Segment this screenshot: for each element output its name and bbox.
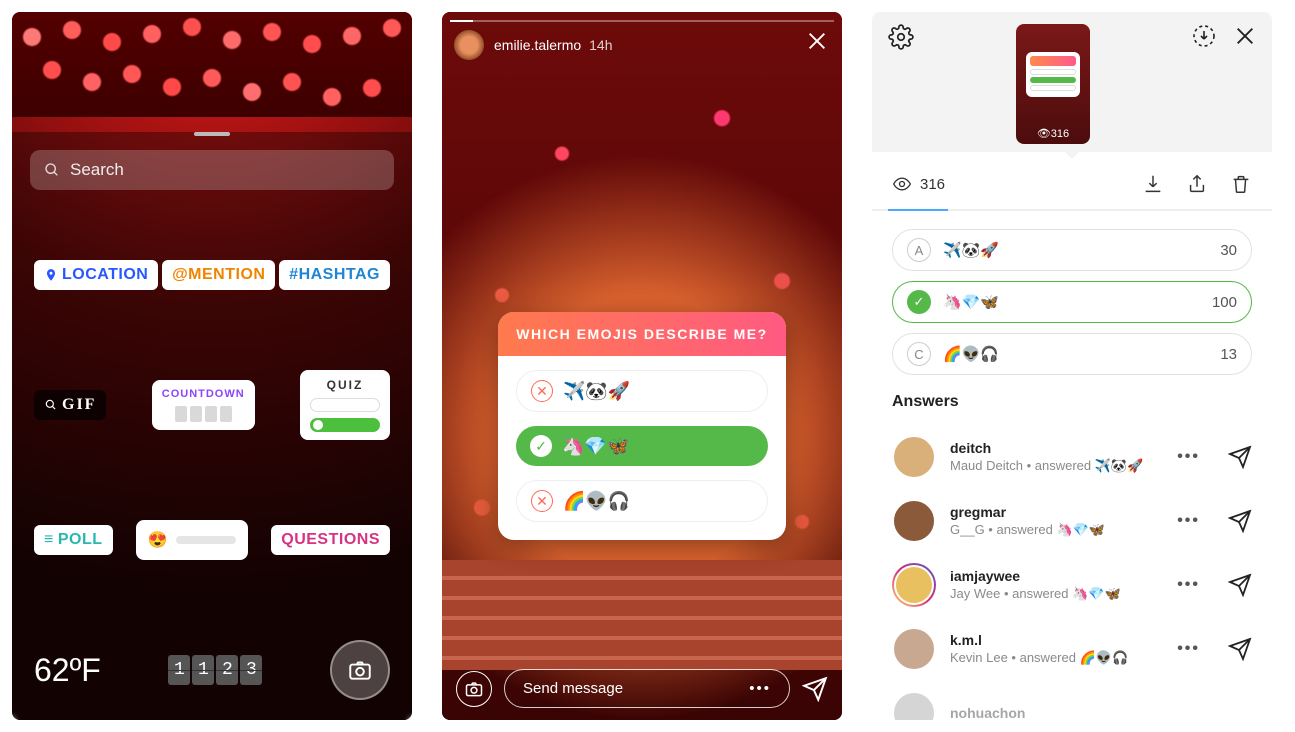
answerer-username[interactable]: k.m.l bbox=[950, 632, 1163, 648]
send-icon[interactable] bbox=[802, 676, 828, 702]
check-icon: ✓ bbox=[907, 290, 931, 314]
location-sticker[interactable]: LOCATION bbox=[34, 260, 158, 290]
send-icon[interactable] bbox=[1228, 445, 1252, 469]
author-username[interactable]: emilie.talermo bbox=[494, 37, 581, 53]
answerer-subtitle: Jay Wee • answered 🦄💎🦋 bbox=[950, 586, 1163, 602]
result-option-b: ✓ 🦄💎🦋 100 bbox=[892, 281, 1252, 323]
quiz-question: WHICH EMOJIS DESCRIBE ME? bbox=[498, 312, 786, 356]
send-icon[interactable] bbox=[1228, 509, 1252, 533]
drawer-handle[interactable] bbox=[194, 132, 230, 136]
answerer-avatar[interactable] bbox=[892, 499, 936, 543]
sweater-stripes bbox=[442, 560, 842, 670]
answerer-username[interactable]: deitch bbox=[950, 440, 1163, 456]
wrong-icon: ✕ bbox=[531, 490, 553, 512]
quiz-results-screen: 👁316 316 A ✈️🐼🚀 30 ✓ 🦄💎🦋 100 bbox=[872, 12, 1272, 720]
answerer-username[interactable]: iamjaywee bbox=[950, 568, 1163, 584]
countdown-sticker[interactable]: COUNTDOWN bbox=[152, 380, 255, 430]
quiz-card: WHICH EMOJIS DESCRIBE ME? ✕ ✈️🐼🚀 ✓ 🦄💎🦋 ✕… bbox=[498, 312, 786, 540]
search-icon bbox=[44, 162, 60, 178]
more-button[interactable]: ••• bbox=[1177, 512, 1200, 530]
hashtag-sticker[interactable]: #HASHTAG bbox=[279, 260, 390, 290]
view-count: 316 bbox=[892, 174, 945, 194]
search-input[interactable]: Search bbox=[30, 150, 394, 190]
delete-icon[interactable] bbox=[1230, 173, 1252, 195]
sticker-drawer-screen: Search LOCATION @MENTION #HASHTAG GIF CO… bbox=[12, 12, 412, 720]
close-button[interactable] bbox=[806, 30, 828, 52]
mention-sticker[interactable]: @MENTION bbox=[162, 260, 275, 290]
emoji-slider-sticker[interactable]: 😍 bbox=[136, 520, 248, 560]
gif-sticker[interactable]: GIF bbox=[34, 390, 106, 420]
story-footer: Send message ••• bbox=[456, 669, 828, 708]
quiz-option-b[interactable]: ✓ 🦄💎🦋 bbox=[516, 426, 768, 466]
search-icon bbox=[44, 398, 58, 412]
answers-header: Answers bbox=[892, 393, 1252, 411]
story-viewer-screen: emilie.talermo 14h WHICH EMOJIS DESCRIBE… bbox=[442, 12, 842, 720]
camera-icon bbox=[347, 657, 373, 683]
quiz-sticker[interactable]: QUIZ bbox=[300, 370, 390, 440]
pin-icon bbox=[44, 267, 58, 283]
search-placeholder: Search bbox=[70, 160, 124, 180]
more-button[interactable]: ••• bbox=[1177, 448, 1200, 466]
sticker-drawer: Search LOCATION @MENTION #HASHTAG GIF CO… bbox=[12, 132, 412, 720]
close-icon bbox=[806, 30, 828, 52]
more-dots[interactable]: ••• bbox=[749, 680, 771, 697]
stats-row: 316 bbox=[872, 159, 1272, 209]
quiz-option-a[interactable]: ✕ ✈️🐼🚀 bbox=[516, 370, 768, 412]
heart-eyes-emoji: 😍 bbox=[148, 530, 168, 550]
close-icon[interactable] bbox=[1234, 25, 1256, 47]
result-option-c: C 🌈👽🎧 13 bbox=[892, 333, 1252, 375]
answerer-subtitle: Maud Deitch • answered ✈️🐼🚀 bbox=[950, 458, 1163, 474]
share-icon[interactable] bbox=[1186, 173, 1208, 195]
countdown-bars bbox=[175, 406, 232, 422]
answerer-avatar[interactable] bbox=[892, 435, 936, 479]
story-progress-bar bbox=[450, 20, 834, 22]
more-button[interactable]: ••• bbox=[1177, 576, 1200, 594]
answer-row: nohuachon bbox=[892, 681, 1252, 720]
settings-icon[interactable] bbox=[888, 24, 914, 50]
camera-sticker[interactable] bbox=[330, 640, 390, 700]
send-icon[interactable] bbox=[1228, 573, 1252, 597]
thumbnail-pointer bbox=[1064, 151, 1080, 159]
poll-icon: ≡ bbox=[44, 531, 54, 549]
poll-sticker[interactable]: ≡ POLL bbox=[34, 525, 113, 555]
answer-row: iamjaywee Jay Wee • answered 🦄💎🦋 ••• bbox=[892, 553, 1252, 617]
story-thumbnail-wrap: 👁316 bbox=[1016, 24, 1090, 152]
story-timestamp: 14h bbox=[589, 37, 612, 53]
answerer-avatar[interactable] bbox=[892, 563, 936, 607]
answer-row: gregmar G__G • answered 🦄💎🦋 ••• bbox=[892, 489, 1252, 553]
download-icon[interactable] bbox=[1142, 173, 1164, 195]
answer-row: k.m.l Kevin Lee • answered 🌈👽🎧 ••• bbox=[892, 617, 1252, 681]
results-topbar: 👁316 bbox=[872, 12, 1272, 152]
more-button[interactable]: ••• bbox=[1177, 640, 1200, 658]
check-icon: ✓ bbox=[530, 435, 552, 457]
wrong-icon: ✕ bbox=[531, 380, 553, 402]
result-option-a: A ✈️🐼🚀 30 bbox=[892, 229, 1252, 271]
author-avatar[interactable] bbox=[454, 30, 484, 60]
eye-icon bbox=[892, 174, 912, 194]
camera-icon bbox=[464, 679, 484, 699]
time-sticker[interactable]: 1 1 2 3 bbox=[168, 655, 262, 685]
questions-sticker[interactable]: QUESTIONS bbox=[271, 525, 390, 555]
answerer-subtitle: G__G • answered 🦄💎🦋 bbox=[950, 522, 1163, 538]
temperature-sticker[interactable]: 62ºF bbox=[34, 652, 101, 689]
answerer-avatar[interactable] bbox=[892, 627, 936, 671]
story-header: emilie.talermo 14h bbox=[454, 30, 830, 60]
answer-row: deitch Maud Deitch • answered ✈️🐼🚀 ••• bbox=[892, 425, 1252, 489]
story-thumbnail[interactable]: 👁316 bbox=[1016, 24, 1090, 144]
quiz-option-c[interactable]: ✕ 🌈👽🎧 bbox=[516, 480, 768, 522]
results-list: A ✈️🐼🚀 30 ✓ 🦄💎🦋 100 C 🌈👽🎧 13 Answers dei… bbox=[872, 229, 1272, 720]
slider-track bbox=[176, 536, 236, 544]
tab-indicator bbox=[872, 209, 1272, 211]
camera-reply-button[interactable] bbox=[456, 671, 492, 707]
send-icon[interactable] bbox=[1228, 637, 1252, 661]
answerer-username[interactable]: gregmar bbox=[950, 504, 1163, 520]
message-input[interactable]: Send message ••• bbox=[504, 669, 790, 708]
answerer-avatar[interactable] bbox=[892, 691, 936, 720]
answerer-subtitle: Kevin Lee • answered 🌈👽🎧 bbox=[950, 650, 1163, 666]
save-icon[interactable] bbox=[1192, 24, 1216, 48]
story-background-lights bbox=[12, 12, 412, 117]
